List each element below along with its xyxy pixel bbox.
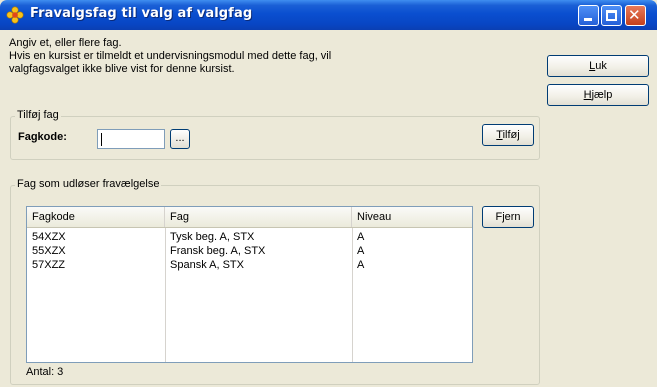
dialog-window: Fravalgsfag til valg af valgfag ✕ Angiv …	[0, 0, 657, 387]
list-header: Fagkode Fag Niveau	[27, 207, 472, 228]
cell-fag: Spansk A, STX	[170, 259, 244, 271]
cell-niveau: A	[357, 231, 365, 243]
intro-line-2: Hvis en kursist er tilmeldt et undervisn…	[9, 50, 332, 62]
minimize-button[interactable]	[578, 5, 599, 26]
cell-fagkode: 54XZX	[32, 231, 66, 243]
window-title: Fravalgsfag til valg af valgfag	[30, 6, 253, 21]
intro-line-1: Angiv et, eller flere fag.	[9, 37, 122, 49]
close-window-button[interactable]: ✕	[625, 5, 646, 26]
add-subject-group	[10, 116, 540, 160]
browse-button[interactable]: ...	[170, 129, 190, 149]
remove-button-label: Fjern	[495, 211, 521, 223]
column-header-fagkode[interactable]: Fagkode	[27, 207, 165, 227]
table-row[interactable]: 55XZX Fransk beg. A, STX A	[27, 244, 472, 258]
cell-fag: Fransk beg. A, STX	[170, 245, 266, 257]
title-bar[interactable]: Fravalgsfag til valg af valgfag ✕	[0, 0, 657, 30]
column-header-niveau[interactable]: Niveau	[352, 207, 472, 227]
fagkode-input[interactable]	[97, 129, 165, 149]
cell-niveau: A	[357, 259, 365, 271]
remove-button[interactable]: Fjern	[482, 206, 534, 228]
trigger-subjects-legend: Fag som udløser fravælgelse	[15, 178, 162, 190]
table-row[interactable]: 57XZZ Spansk A, STX A	[27, 258, 472, 272]
help-button-label: Hjælp	[583, 89, 613, 101]
flower-icon	[6, 6, 24, 24]
close-icon: ✕	[628, 6, 641, 24]
minimize-icon	[584, 18, 592, 21]
close-button-label: Luk	[589, 60, 607, 72]
help-button[interactable]: Hjælp	[547, 84, 649, 106]
cell-niveau: A	[357, 245, 365, 257]
text-caret	[101, 133, 102, 146]
column-header-fag[interactable]: Fag	[165, 207, 352, 227]
table-row[interactable]: 54XZX Tysk beg. A, STX A	[27, 230, 472, 244]
fagkode-label: Fagkode:	[18, 131, 67, 143]
intro-line-3: valgfagsvalget ikke blive vist for denne…	[9, 63, 235, 75]
intro-text: Angiv et, eller flere fag. Hvis en kursi…	[9, 37, 529, 76]
subjects-list[interactable]: Fagkode Fag Niveau 54XZX Tysk beg. A, ST…	[26, 206, 473, 363]
cell-fagkode: 55XZX	[32, 245, 66, 257]
item-count: Antal: 3	[26, 366, 64, 378]
maximize-icon	[606, 10, 617, 21]
add-button[interactable]: Tilføj	[482, 124, 534, 146]
maximize-button[interactable]	[601, 5, 622, 26]
add-button-label: Tilføj	[496, 129, 520, 141]
cell-fagkode: 57XZZ	[32, 259, 66, 271]
cell-fag: Tysk beg. A, STX	[170, 231, 255, 243]
add-subject-legend: Tilføj fag	[15, 109, 61, 121]
close-button[interactable]: Luk	[547, 55, 649, 77]
